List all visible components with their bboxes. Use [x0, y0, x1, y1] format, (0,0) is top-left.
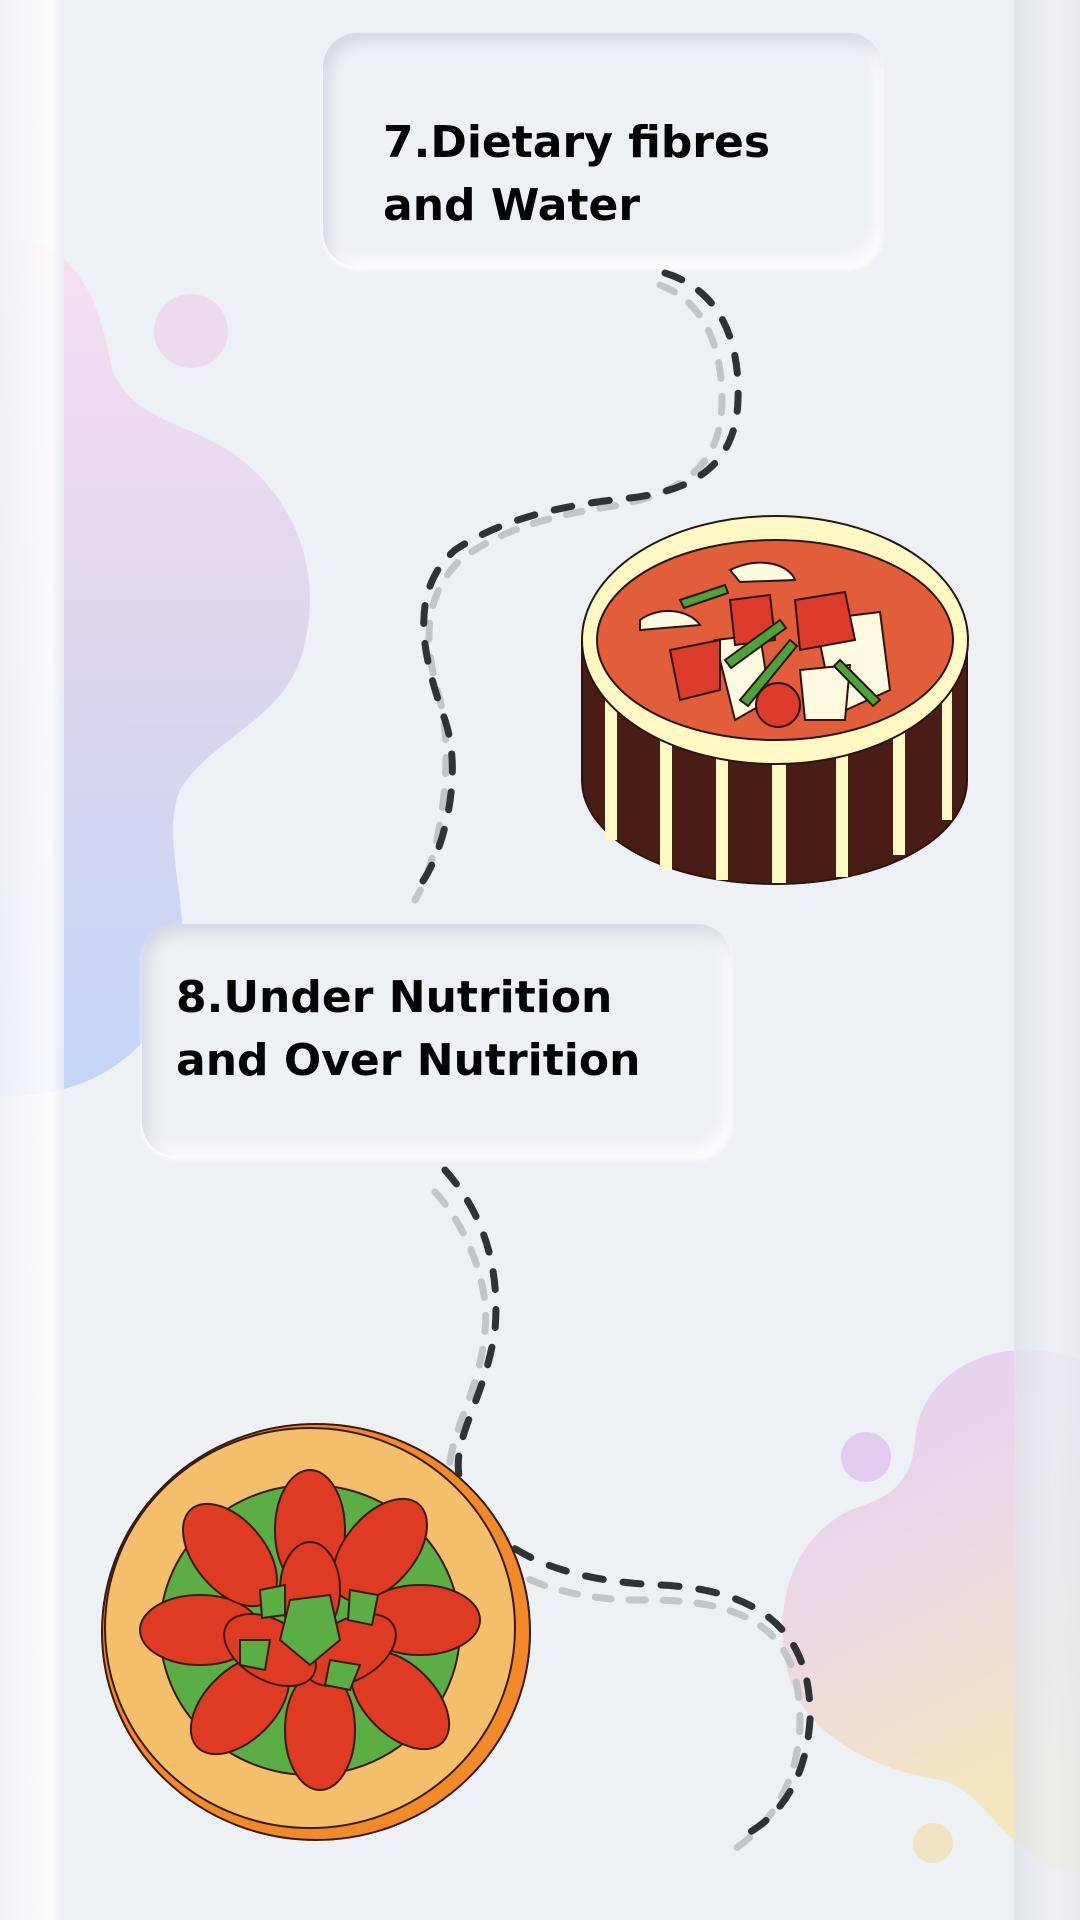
crayfish-plate-illustration: [101, 1423, 531, 1841]
curry-bowl-illustration: [581, 515, 969, 886]
illustrations: [101, 269, 969, 1859]
